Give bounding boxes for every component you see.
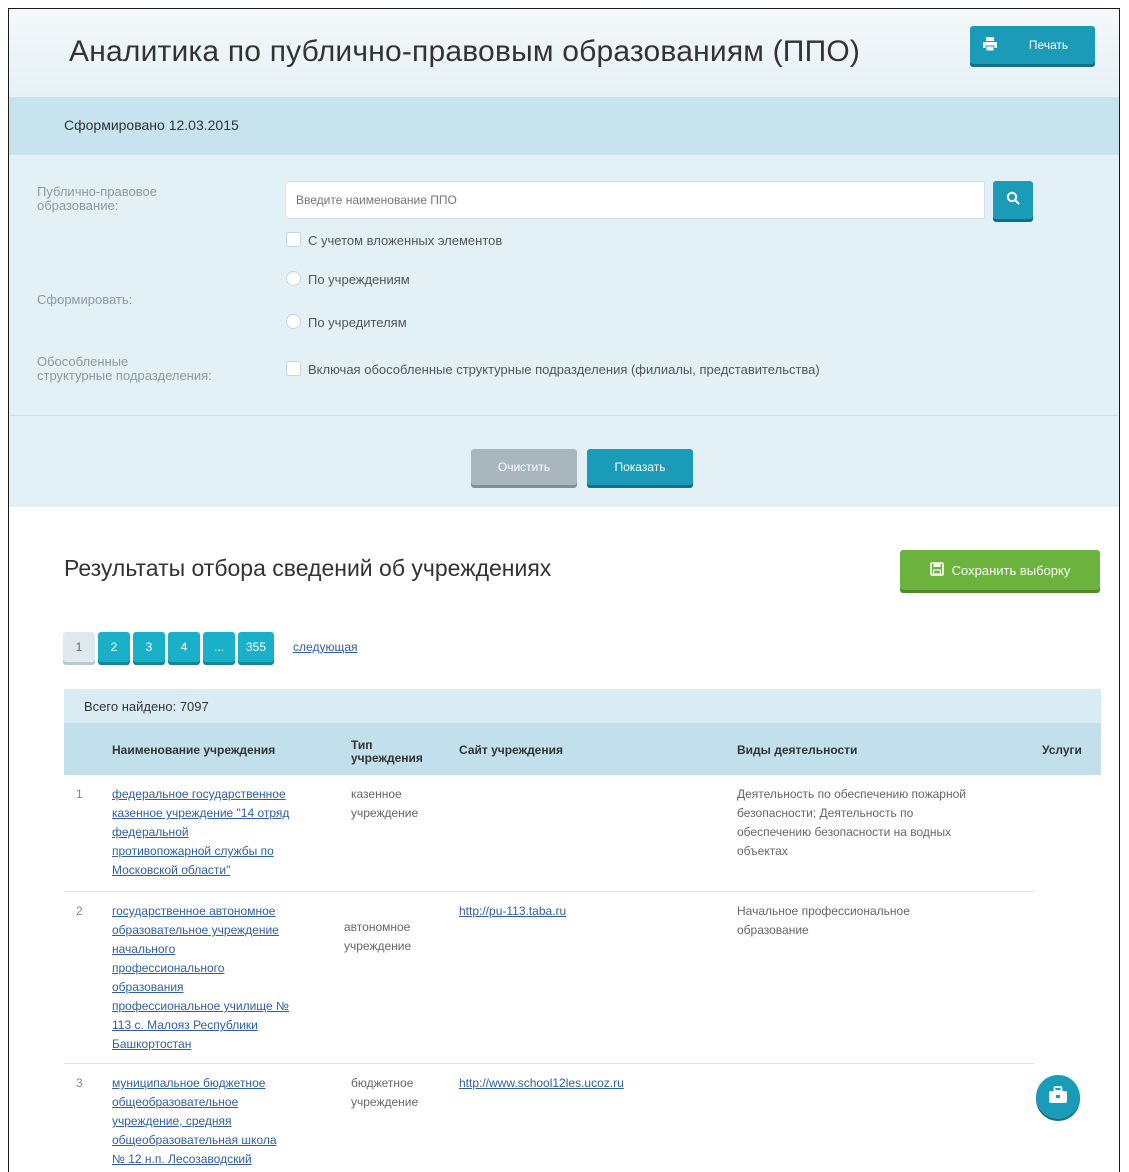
table-row: 2 государственное автономное образовател… (64, 892, 1034, 1064)
column-name: Наименование учреждения (112, 743, 276, 757)
page-button-4[interactable]: 4 (168, 632, 200, 662)
separate-option-label: Включая обособленные структурные подразд… (308, 362, 820, 377)
briefcase-icon (1048, 1085, 1068, 1109)
institution-type: автономное учреждение (344, 918, 411, 956)
institution-activities: Деятельность по обеспечению пожарной без… (737, 785, 966, 861)
page-button-2[interactable]: 2 (98, 632, 130, 662)
page-button-1[interactable]: 1 (63, 632, 95, 662)
name-line: Московской области" (112, 863, 231, 877)
name-line: муниципальное бюджетное (112, 1076, 266, 1090)
activity-line: Начальное профессиональное (737, 904, 910, 918)
activity-line: безопасности; Деятельность по (737, 806, 914, 820)
page-title: Аналитика по публично-правовым образован… (69, 35, 861, 68)
page-header: Аналитика по публично-правовым образован… (9, 9, 1119, 97)
pagination: 1 2 3 4 ... 355 следующая (63, 632, 358, 662)
print-label: Печать (1028, 38, 1069, 52)
next-page-link[interactable]: следующая (293, 640, 357, 654)
row-number: 1 (76, 787, 83, 801)
type-line: учреждение (351, 1095, 419, 1109)
save-selection-button[interactable]: Сохранить выборку (900, 550, 1100, 590)
name-line: противопожарной службы по (112, 844, 274, 858)
form-label: Сформировать: (37, 292, 133, 307)
services-button[interactable] (1036, 1075, 1080, 1119)
page-frame: Аналитика по публично-правовым образован… (8, 8, 1120, 1172)
institution-type: казенное учреждение (351, 785, 418, 823)
by-institutions-radio[interactable] (286, 271, 301, 286)
separate-checkbox[interactable] (286, 361, 301, 376)
name-line: образования (112, 980, 184, 994)
results-title: Результаты отбора сведений об учреждения… (64, 555, 552, 581)
column-type: Тип учреждения (351, 739, 423, 765)
separate-label: Обособленные структурные подразделения: (37, 355, 212, 383)
column-type-line: учреждения (351, 751, 423, 765)
column-activities: Виды деятельности (737, 743, 858, 757)
name-line: учреждение, средняя (112, 1114, 232, 1128)
name-line: профессионального (112, 961, 225, 975)
row-number: 3 (76, 1076, 83, 1090)
save-icon (929, 561, 944, 579)
name-line: Башкортостан (112, 1037, 192, 1051)
ppo-label: Публично-правовое образование: (37, 185, 157, 213)
institution-name-link[interactable]: муниципальное бюджетное общеобразователь… (112, 1074, 277, 1169)
type-line: учреждение (351, 806, 419, 820)
activity-line: объектах (737, 844, 788, 858)
clear-button[interactable]: Очистить (471, 449, 577, 485)
generated-date: Сформировано 12.03.2015 (64, 117, 239, 133)
name-line: государственное автономное (112, 904, 276, 918)
name-line: общеобразовательное (112, 1095, 239, 1109)
save-label: Сохранить выборку (951, 562, 1071, 578)
column-site: Сайт учреждения (459, 743, 563, 757)
column-services: Услуги (1042, 743, 1082, 757)
nested-label: С учетом вложенных элементов (308, 233, 503, 248)
by-founders-radio[interactable] (286, 314, 301, 329)
institution-name-link[interactable]: федеральное государственное казенное учр… (112, 785, 289, 880)
institution-site-link[interactable]: http://www.school12les.ucoz.ru (459, 1074, 624, 1093)
name-line: образовательное учреждение (112, 923, 279, 937)
filters-panel: Публично-правовое образование: С учетом … (9, 155, 1119, 507)
filters-divider (9, 415, 1119, 416)
table-row: 1 федеральное государственное казенное у… (64, 775, 1034, 892)
total-found-bar: Всего найдено: 7097 (64, 689, 1101, 723)
name-line: общеобразовательная школа (112, 1133, 277, 1147)
separate-label-line: структурные подразделения: (37, 368, 212, 383)
total-found: Всего найдено: 7097 (84, 699, 209, 714)
institution-type: бюджетное учреждение (351, 1074, 418, 1112)
ppo-label-line: образование: (37, 198, 119, 213)
table-header: Наименование учреждения Тип учреждения С… (64, 723, 1101, 775)
name-line: начального (112, 942, 176, 956)
by-founders-label: По учредителям (308, 315, 407, 330)
ppo-label-line: Публично-правовое (37, 184, 157, 199)
name-line: профессиональное училище № (112, 999, 289, 1013)
search-icon (1006, 191, 1020, 210)
activity-line: обеспечению безопасности на водных (737, 825, 952, 839)
type-line: бюджетное (351, 1076, 414, 1090)
type-line: автономное (344, 920, 411, 934)
by-institutions-label: По учреждениям (308, 272, 410, 287)
institution-site-link[interactable]: http://pu-113.taba.ru (459, 902, 566, 921)
name-line: федеральное государственное (112, 787, 286, 801)
type-line: казенное (351, 787, 402, 801)
table-row: 3 муниципальное бюджетное общеобразовате… (64, 1064, 1034, 1172)
name-line: № 12 н.п. Лесозаводский (112, 1152, 252, 1166)
institution-name-link[interactable]: государственное автономное образовательн… (112, 902, 289, 1054)
activity-line: образование (737, 923, 809, 937)
name-line: казенное учреждение "14 отряд (112, 806, 290, 820)
print-button[interactable]: Печать (970, 26, 1095, 64)
separate-label-line: Обособленные (37, 354, 129, 369)
page-button-last[interactable]: 355 (238, 632, 275, 662)
search-button[interactable] (993, 181, 1033, 219)
row-number: 2 (76, 904, 83, 918)
printer-icon (970, 36, 1010, 55)
page-button-ellipsis[interactable]: ... (203, 632, 235, 662)
activity-line: Деятельность по обеспечению пожарной (737, 787, 966, 801)
type-line: учреждение (344, 939, 412, 953)
page-button-3[interactable]: 3 (133, 632, 165, 662)
institution-activities: Начальное профессиональное образование (737, 902, 910, 940)
name-line: федеральной (112, 825, 189, 839)
show-button[interactable]: Показать (587, 449, 693, 485)
nested-checkbox[interactable] (286, 232, 301, 247)
ppo-search-input[interactable] (285, 181, 985, 219)
generated-bar: Сформировано 12.03.2015 (9, 97, 1119, 155)
name-line: 113 с. Малояз Республики (112, 1018, 258, 1032)
